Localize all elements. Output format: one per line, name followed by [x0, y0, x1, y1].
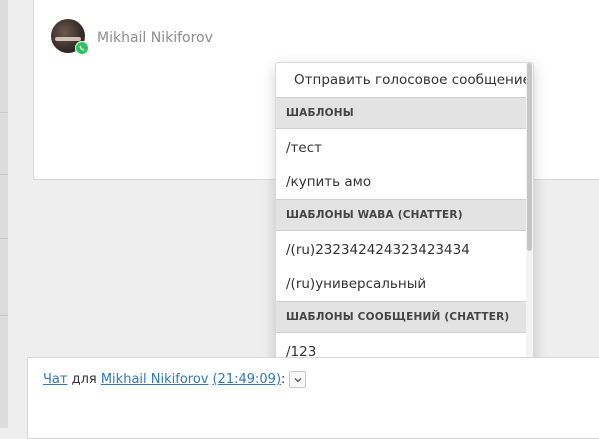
left-gutter	[0, 0, 8, 428]
template-item[interactable]: /(ru)универсальный	[276, 267, 526, 301]
timestamp-link[interactable]: (21:49:09)	[212, 372, 281, 387]
send-voice-message-label: Отправить голосовое сообщение	[294, 72, 526, 88]
dropdown-scrollbar[interactable]	[526, 63, 533, 363]
for-text: для	[67, 372, 101, 387]
section-header-waba-templates: ШАБЛОНЫ WABA (CHATTER)	[276, 199, 526, 231]
avatar-photo-detail	[55, 37, 81, 41]
template-item[interactable]: /купить амо	[276, 165, 526, 199]
colon: :	[281, 372, 286, 387]
section-header-templates: ШАБЛОНЫ	[276, 97, 526, 129]
gutter-divider	[0, 315, 8, 316]
author-name[interactable]: Mikhail Nikiforov	[97, 30, 213, 46]
message-composer[interactable]	[27, 357, 599, 439]
gutter-divider	[0, 174, 8, 175]
recipient-dropdown-button[interactable]	[289, 371, 307, 388]
recipient-link[interactable]: Mikhail Nikiforov	[101, 372, 209, 387]
send-voice-message-item[interactable]: Отправить голосовое сообщение	[276, 63, 526, 97]
template-item[interactable]: /тест	[276, 131, 526, 165]
gutter-divider	[0, 238, 8, 239]
section-header-message-templates: ШАБЛОНЫ СООБЩЕНИЙ (CHATTER)	[276, 301, 526, 333]
whatsapp-icon	[75, 41, 89, 55]
template-item[interactable]: /(ru)232342424323423434	[276, 233, 526, 267]
gutter-divider	[0, 112, 8, 113]
composer-header: Чат для Mikhail Nikiforov (21:49:09) :	[43, 371, 307, 388]
chevron-down-icon	[294, 377, 302, 382]
scrollbar-thumb[interactable]	[527, 63, 532, 251]
chat-link[interactable]: Чат	[43, 372, 67, 387]
template-dropdown: Отправить голосовое сообщение ШАБЛОНЫ /т…	[275, 62, 534, 364]
